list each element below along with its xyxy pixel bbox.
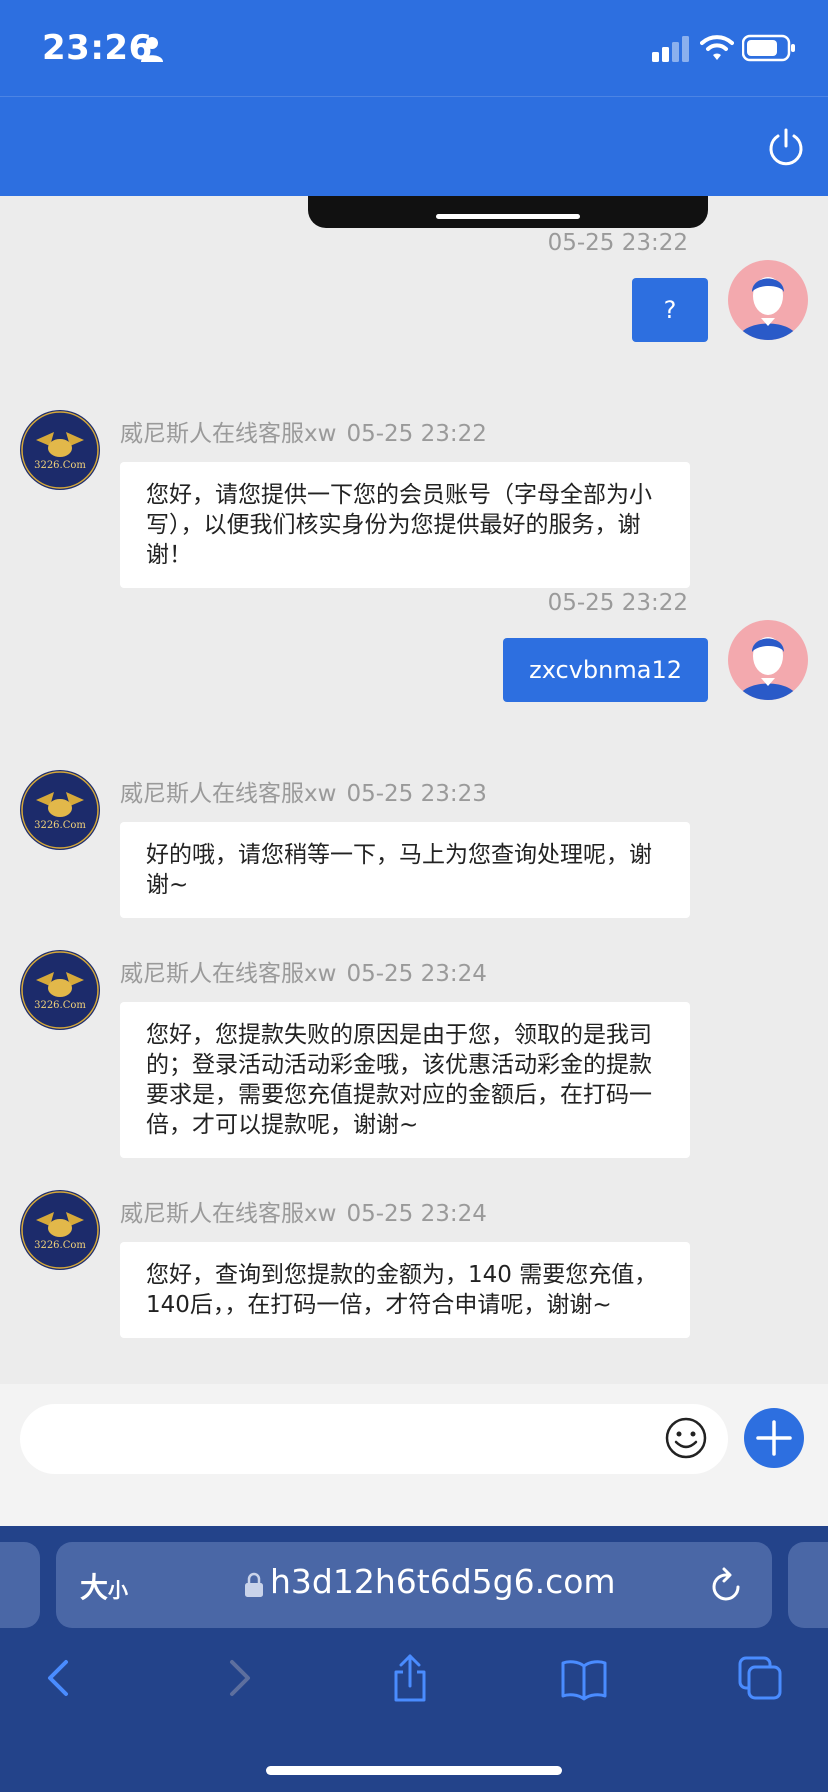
home-indicator — [266, 1766, 562, 1775]
user-avatar — [728, 260, 808, 340]
agent-name: 威尼斯人在线客服xw — [120, 1201, 337, 1227]
browser-toolbar: 大小 h3d12h6t6d5g6.com — [0, 1526, 828, 1792]
power-icon[interactable] — [766, 127, 806, 167]
message-input-bar — [0, 1384, 828, 1526]
cellular-signal-icon — [652, 36, 689, 62]
battery-icon — [742, 34, 795, 62]
agent-message-bubble: 您好，查询到您提款的金额为，140 需要您充值，140后，，在打码一倍，才符合申… — [120, 1242, 690, 1338]
text-size-big: 大 — [80, 1571, 109, 1604]
wifi-icon — [700, 35, 734, 60]
previous-tab[interactable] — [0, 1542, 40, 1628]
user-avatar — [728, 620, 808, 700]
text-size-small: 小 — [108, 1578, 129, 1602]
address-bar[interactable]: 大小 h3d12h6t6d5g6.com — [56, 1542, 772, 1628]
video-overlay-bar — [308, 196, 708, 228]
message-time: 05-25 23:24 — [346, 1201, 487, 1227]
back-icon[interactable] — [36, 1654, 84, 1702]
agent-message-bubble: 您好，您提款失败的原因是由于您，领取的是我司的；登录活动活动彩金哦，该优惠活动彩… — [120, 1002, 690, 1158]
status-bar: 23:26 — [0, 0, 828, 96]
agent-avatar: 3226.Com — [20, 410, 100, 490]
message-time: 05-25 23:22 — [547, 590, 688, 616]
message-time: 05-25 23:22 — [346, 421, 487, 447]
agent-meta: 威尼斯人在线客服xw 05-25 23:22 — [120, 414, 487, 448]
agent-avatar: 3226.Com — [20, 770, 100, 850]
message-time: 05-25 23:23 — [346, 781, 487, 807]
agent-logo-text: 3226.Com — [34, 820, 86, 831]
agent-name: 威尼斯人在线客服xw — [120, 781, 337, 807]
reload-icon[interactable] — [708, 1566, 744, 1604]
agent-meta: 威尼斯人在线客服xw 05-25 23:24 — [120, 1194, 487, 1228]
agent-meta: 威尼斯人在线客服xw 05-25 23:23 — [120, 774, 487, 808]
app-header — [0, 96, 828, 196]
bookmarks-icon[interactable] — [560, 1654, 608, 1702]
emoji-icon[interactable] — [664, 1416, 708, 1460]
url-text: h3d12h6t6d5g6.com — [270, 1562, 616, 1601]
plus-icon[interactable] — [744, 1408, 804, 1468]
agent-name: 威尼斯人在线客服xw — [120, 421, 337, 447]
forward-icon[interactable] — [214, 1654, 262, 1702]
agent-message-bubble: 您好，请您提供一下您的会员账号（字母全部为小写），以便我们核实身份为您提供最好的… — [120, 462, 690, 588]
video-handle[interactable] — [436, 214, 580, 219]
agent-avatar: 3226.Com — [20, 1190, 100, 1270]
message-time: 05-25 23:22 — [547, 230, 688, 256]
agent-logo-text: 3226.Com — [34, 460, 86, 471]
lock-icon — [245, 1572, 263, 1597]
agent-logo-text: 3226.Com — [34, 1000, 86, 1011]
agent-meta: 威尼斯人在线客服xw 05-25 23:24 — [120, 954, 487, 988]
person-icon — [141, 37, 163, 62]
message-input[interactable] — [20, 1404, 728, 1474]
agent-logo-text: 3226.Com — [34, 1240, 86, 1251]
agent-name: 威尼斯人在线客服xw — [120, 961, 337, 987]
text-size-button[interactable]: 大小 — [80, 1566, 128, 1606]
message-time: 05-25 23:24 — [346, 961, 487, 987]
user-message-bubble: zxcvbnma12 — [503, 638, 708, 702]
share-icon[interactable] — [386, 1654, 434, 1702]
agent-avatar: 3226.Com — [20, 950, 100, 1030]
agent-message-bubble: 好的哦，请您稍等一下，马上为您查询处理呢，谢谢~ — [120, 822, 690, 918]
tabs-icon[interactable] — [736, 1654, 784, 1702]
next-tab[interactable] — [788, 1542, 828, 1628]
user-message-bubble: ? — [632, 278, 708, 342]
chat-area[interactable]: 05-25 23:22 ? 3226.Com 威尼斯人在线客服xw 05-25 2… — [0, 196, 828, 1384]
status-time: 23:26 — [42, 28, 153, 68]
